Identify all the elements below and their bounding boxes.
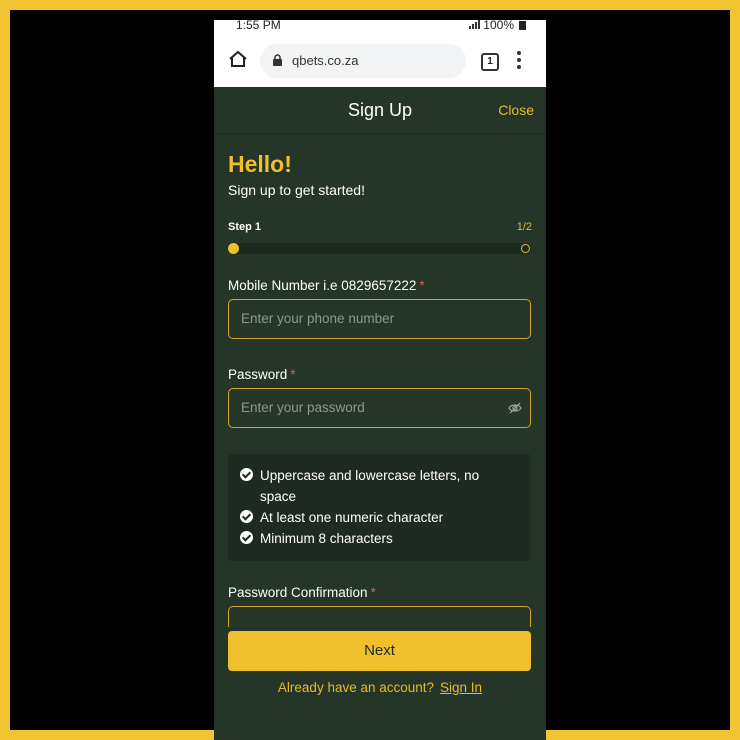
status-right: 100% (469, 20, 526, 32)
browser-toolbar: qbets.co.za 1 (214, 34, 546, 87)
password-label: Password * (228, 367, 296, 382)
phone-screen: 1:55 PM 100% qbets.co.za 1 Sign Up Close… (214, 20, 546, 740)
next-button[interactable]: Next (228, 631, 531, 671)
check-circle-icon (240, 531, 253, 544)
greeting-subtitle: Sign up to get started! (228, 182, 365, 198)
signal-icon (469, 20, 481, 29)
lock-icon (272, 54, 283, 72)
signin-prompt: Already have an account? Sign In (214, 680, 546, 695)
password-rule-item: At least one numeric character (240, 507, 510, 528)
password-label-text: Password (228, 367, 288, 382)
step-count: 1/2 (516, 221, 532, 233)
password-rule-text: Minimum 8 characters (260, 531, 393, 546)
required-mark: * (419, 278, 425, 293)
required-mark: * (370, 585, 376, 600)
eye-slash-icon[interactable] (508, 401, 522, 420)
password-rule-item: Minimum 8 characters (240, 528, 510, 549)
home-icon[interactable] (228, 50, 248, 73)
overflow-menu-icon[interactable] (517, 51, 523, 72)
url-text: qbets.co.za (292, 53, 359, 68)
close-button[interactable]: Close (498, 102, 534, 118)
battery-text: 100% (483, 20, 514, 32)
password-rule-item: Uppercase and lowercase letters, no spac… (240, 465, 510, 507)
battery-icon (519, 20, 526, 30)
password-rules-panel: Uppercase and lowercase letters, no spac… (228, 454, 531, 561)
video-frame: 1:55 PM 100% qbets.co.za 1 Sign Up Close… (10, 10, 730, 740)
password-rule-text: Uppercase and lowercase letters, no spac… (260, 468, 480, 504)
mobile-number-input[interactable]: Enter your phone number (228, 299, 531, 339)
step-progress-current-dot (228, 243, 239, 254)
mobile-number-label: Mobile Number i.e 0829657222 * (228, 278, 425, 293)
status-bar: 1:55 PM 100% (214, 20, 546, 34)
password-confirmation-label: Password Confirmation * (228, 585, 376, 600)
check-circle-icon (240, 468, 253, 481)
password-confirmation-label-text: Password Confirmation (228, 585, 368, 600)
tab-switcher-button[interactable]: 1 (481, 53, 499, 71)
password-input[interactable]: Enter your password (228, 388, 531, 428)
check-circle-icon (240, 510, 253, 523)
address-bar[interactable]: qbets.co.za (260, 44, 466, 78)
greeting-heading: Hello! (228, 151, 292, 177)
step-progress-bar (228, 243, 531, 254)
page-title: Sign Up (347, 100, 413, 120)
mobile-number-label-text: Mobile Number i.e 0829657222 (228, 278, 417, 293)
password-placeholder: Enter your password (241, 400, 365, 415)
signup-header: Sign Up Close (214, 87, 546, 134)
password-rule-text: At least one numeric character (260, 510, 444, 525)
step-progress-end-dot (521, 244, 530, 253)
password-confirmation-input[interactable] (228, 606, 531, 627)
required-mark: * (290, 367, 296, 382)
account-prompt-text: Already have an account? (277, 680, 435, 695)
mobile-number-placeholder: Enter your phone number (241, 311, 395, 326)
sign-in-link[interactable]: Sign In (440, 680, 482, 695)
status-time: 1:55 PM (236, 20, 281, 32)
step-label: Step 1 (228, 221, 262, 233)
